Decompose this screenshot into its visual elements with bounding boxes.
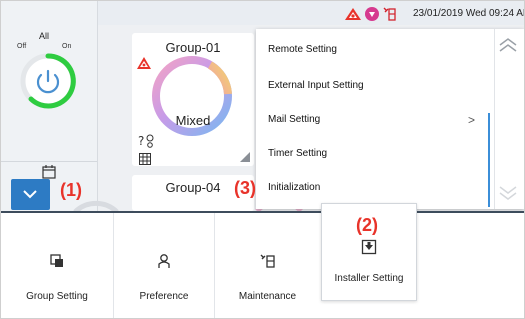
menu-item-label: External Input Setting [268, 80, 364, 91]
maintenance-icon [383, 7, 396, 21]
double-chevron-up-icon[interactable] [497, 37, 519, 53]
group-card[interactable]: Group-01 Mixed ? [132, 33, 254, 166]
bottom-drawer: Group Setting Preference Maintenance Ins… [1, 203, 524, 318]
warning-triangle-icon [137, 57, 151, 69]
drawer-item-label: Installer Setting [334, 273, 404, 284]
all-label: All [39, 31, 50, 41]
installer-download-icon [361, 239, 377, 255]
menu-item-initialization[interactable]: Initialization [256, 171, 486, 205]
annotation-callout-1: (1) [60, 180, 82, 200]
menu-item-remote-setting[interactable]: Remote Setting [256, 33, 486, 67]
menu-divider [494, 29, 495, 209]
status-icons [344, 6, 398, 22]
chevron-right-icon: > [468, 113, 476, 127]
menu-item-timer-setting[interactable]: Timer Setting [256, 137, 486, 171]
drawer-item-group-setting[interactable]: Group Setting [1, 213, 113, 318]
svg-text:?: ? [138, 134, 144, 148]
all-power-toggle[interactable] [19, 52, 77, 110]
annotation-callout-3: (3) [234, 178, 256, 198]
menu-item-label: Mail Setting [268, 114, 321, 125]
drawer-item-label: Preference [139, 291, 189, 302]
drawer-item-label: Group Setting [26, 291, 88, 302]
shield-heart-icon [365, 7, 379, 21]
date-time: 23/01/2019 Wed 09:24 AM [413, 8, 525, 19]
unknown-mode-icon: ? [138, 134, 154, 148]
drawer-item-preference[interactable]: Preference [114, 213, 214, 318]
group-setting-icon [50, 254, 63, 267]
app-window: 23/01/2019 Wed 09:24 AM All Off On Group… [0, 0, 525, 319]
drawer-item-label: Maintenance [238, 291, 297, 302]
schedule-icon[interactable] [41, 164, 57, 180]
left-divider [1, 161, 97, 162]
double-chevron-down-icon[interactable] [497, 185, 519, 201]
drawer-item-maintenance[interactable]: Maintenance [215, 213, 320, 318]
menu-item-label: Remote Setting [268, 44, 337, 55]
corner-indicator-icon [240, 152, 250, 162]
grid-icon [139, 153, 151, 165]
warning-triangle-icon [345, 8, 361, 20]
menu-item-label: Initialization [268, 182, 321, 193]
menu-toggle-button[interactable] [11, 179, 50, 210]
off-label: Off [17, 43, 27, 50]
preference-icon [158, 254, 170, 268]
maintenance-icon [260, 254, 275, 268]
on-label: On [62, 43, 72, 50]
group-mode: Mixed [175, 113, 211, 128]
annotation-callout-2: (2) [356, 215, 378, 235]
group-name: Group-01 [165, 40, 221, 55]
menu-item-external-input-setting[interactable]: External Input Setting [256, 69, 486, 103]
menu-scrollbar[interactable] [488, 113, 490, 207]
settings-dropdown-menu: Remote Setting External Input Setting Ma… [256, 29, 524, 209]
menu-item-mail-setting[interactable]: Mail Setting > [256, 103, 486, 137]
menu-item-label: Timer Setting [268, 148, 328, 159]
chevron-down-icon [23, 190, 37, 199]
